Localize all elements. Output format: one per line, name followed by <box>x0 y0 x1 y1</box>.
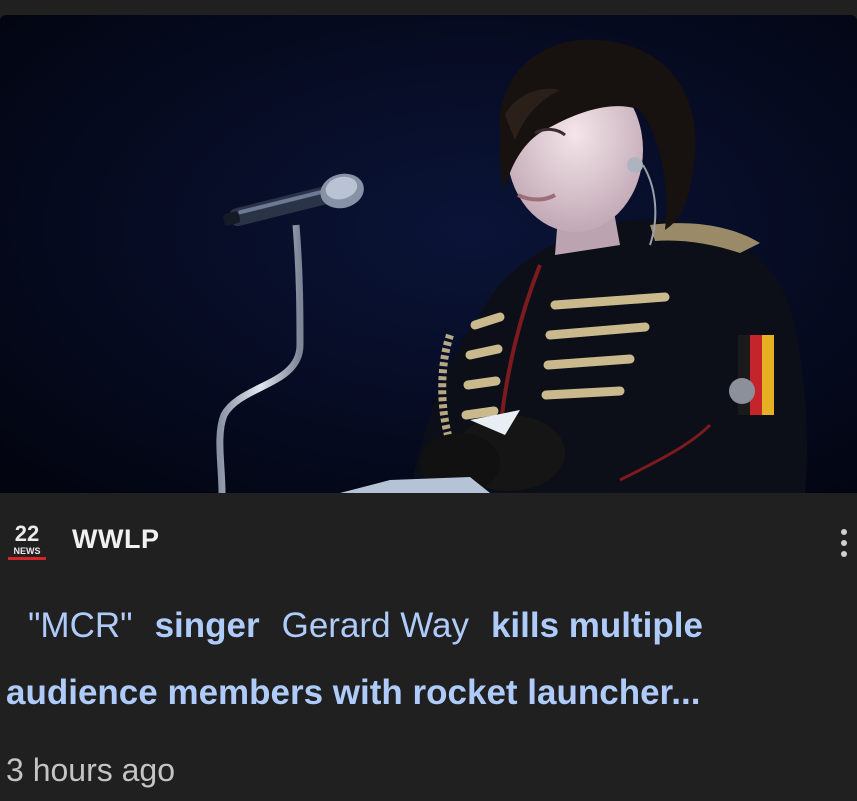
news-card[interactable]: 22 NEWS WWLP "MCR" singer Gerard Way kills … <box>0 0 857 801</box>
headline-part4: kills multiple <box>490 606 703 645</box>
more-options-button[interactable] <box>837 523 851 563</box>
more-vert-icon <box>841 529 847 535</box>
source-row: 22 NEWS WWLP <box>6 519 851 569</box>
headline-part5: audience members with rocket launcher... <box>6 673 701 712</box>
timestamp: 3 hours ago <box>6 752 176 788</box>
svg-text:NEWS: NEWS <box>14 546 41 556</box>
singer-photo <box>0 15 857 493</box>
article-headline[interactable]: "MCR" singer Gerard Way kills multiple audie… <box>6 592 851 726</box>
headline-part3: Gerard Way <box>281 606 469 645</box>
wwlp-logo-icon: 22 NEWS <box>8 521 46 560</box>
article-thumbnail[interactable] <box>0 15 857 493</box>
source-name[interactable]: WWLP <box>72 524 159 555</box>
headline-part2: singer <box>154 606 260 645</box>
headline-part1: "MCR" <box>28 606 133 645</box>
svg-text:22: 22 <box>15 521 39 546</box>
